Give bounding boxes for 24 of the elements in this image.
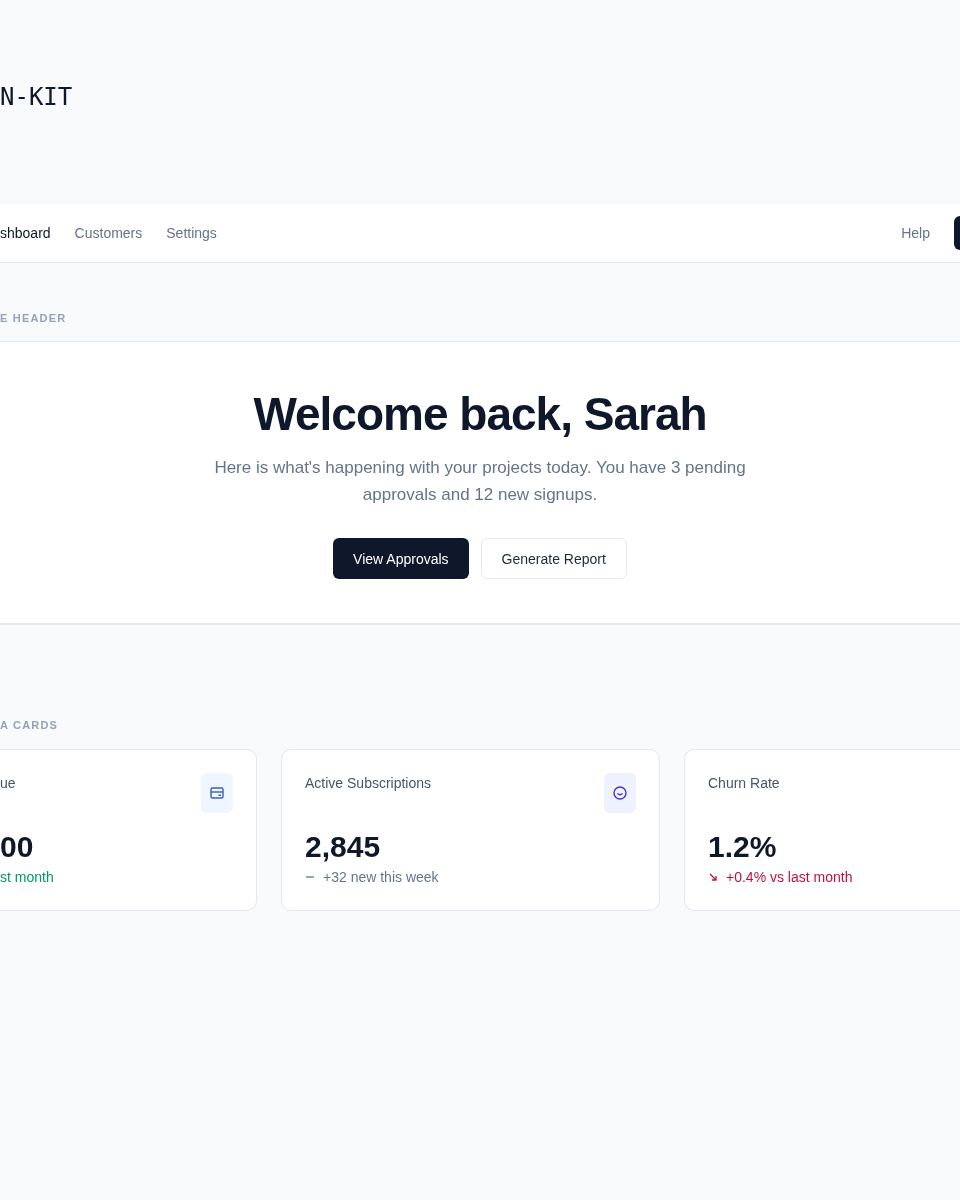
smile-icon [604,773,636,813]
credit-card-icon [201,773,233,813]
nav-button[interactable] [954,216,960,250]
stat-label: ue [0,775,16,791]
help-link[interactable]: Help [901,225,930,241]
nav-link[interactable]: Customers [74,225,143,241]
trend-text: +0.4% vs last month [726,869,853,885]
stat-value: 1.2% [708,829,778,865]
section-label: A CARDS [0,719,60,731]
secondary-button[interactable]: Generate Report [480,538,627,579]
stat-label: Active Subscriptions [305,775,432,791]
stat-value: 2,845 [305,829,382,865]
stat-label: Churn Rate [708,775,780,791]
nav-link[interactable]: shboard [0,225,51,241]
trend-down-icon [708,872,718,882]
nav-link[interactable]: Settings [166,225,217,241]
hero-title: Welcome back, Sarah [253,387,707,442]
logo: N-KIT [0,83,73,111]
section-label: E HEADER [0,312,68,324]
trend-text: st month [0,869,54,885]
stat-value: 00 [0,829,35,865]
hero-subtitle: Here is what's happening with your projects today. You have 3 pending approvals and 12 new signups. [213,457,747,506]
primary-button[interactable]: View Approvals [333,538,469,579]
trend-text: +32 new this week [323,869,439,885]
